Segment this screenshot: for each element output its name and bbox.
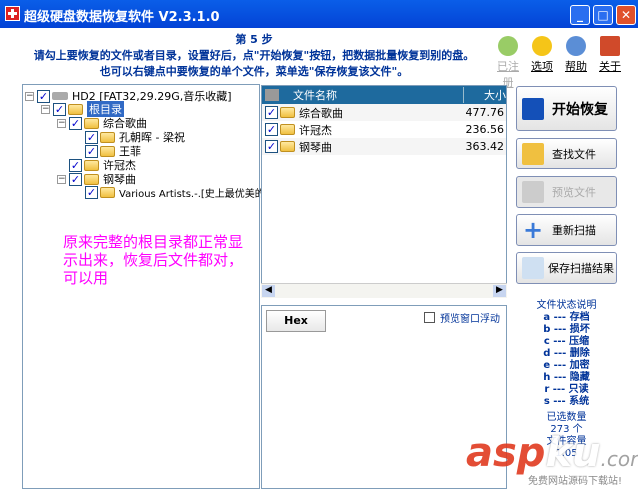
checkbox[interactable]: ✓ — [265, 106, 278, 119]
start-recovery-button[interactable]: 开始恢复 — [516, 86, 617, 131]
home-icon — [600, 36, 620, 56]
legend-title: 文件状态说明 — [536, 300, 597, 311]
options-label: 选项 — [531, 60, 553, 73]
file-list[interactable]: 文件名称 大小 ✓ 综合歌曲 477.76 ✓ 许冠杰 236.56 ✓ 钢琴曲 363.42 — [261, 85, 507, 298]
file-size: 236.56 — [465, 123, 505, 136]
main-window: 超级硬盘数据恢复软件 V2.3.1.0 _ □ ✕ 第 5 步 请勾上要恢复的文… — [0, 0, 638, 489]
help-icon — [566, 36, 586, 56]
checkbox[interactable]: ✓ — [85, 130, 98, 144]
column-name[interactable]: 文件名称 — [293, 87, 463, 103]
legend-item: d --- 删除 — [543, 348, 590, 359]
folder-icon — [84, 117, 99, 129]
directory-tree[interactable]: − ✓ HD2 [FAT32,29.29G,音乐收藏] − ✓ 根目录 − ✓ 综合歌曲 ✓… — [22, 84, 275, 489]
legend-item: c --- 压缩 — [543, 336, 590, 347]
rescan-button[interactable]: + 重新扫描 — [516, 214, 617, 246]
folder-icon — [100, 145, 115, 157]
folder-icon — [280, 124, 295, 135]
tree-node[interactable]: ✓ Various Artists.-.[史上最优美的钢 — [85, 185, 275, 200]
window-title: 超级硬盘数据恢复软件 V2.3.1.0 — [24, 10, 220, 25]
column-size[interactable]: 大小 — [463, 87, 506, 103]
about-label: 关于 — [599, 60, 621, 73]
gear-icon — [532, 36, 552, 56]
header-icon — [265, 89, 279, 101]
list-header: 文件名称 大小 — [262, 86, 506, 104]
instruction-line-1: 请勾上要恢复的文件或者目录，设置好后，点"开始恢复"按钮，把数据批量恢复到别的盘… — [33, 49, 475, 62]
help-button[interactable]: 帮助 — [562, 36, 590, 90]
checkbox[interactable]: ✓ — [265, 123, 278, 136]
file-name: 综合歌曲 — [299, 106, 343, 120]
collapse-icon[interactable]: − — [25, 91, 34, 101]
cart-icon — [498, 36, 518, 56]
watermark-logo: aspku.com — [466, 430, 638, 476]
collapse-icon[interactable]: − — [41, 104, 50, 114]
preview-file-button[interactable]: 预览文件 — [516, 176, 617, 208]
find-file-label: 查找文件 — [552, 147, 596, 161]
legend-item: b --- 损坏 — [543, 324, 590, 335]
title-bar: 超级硬盘数据恢复软件 V2.3.1.0 _ □ ✕ — [0, 0, 638, 28]
folder-icon — [100, 131, 115, 143]
folder-icon — [280, 141, 295, 152]
folder-icon — [280, 107, 295, 118]
folder-icon — [84, 159, 99, 171]
collapse-icon[interactable]: − — [57, 174, 66, 184]
watermark-tagline: 免费网站源码下载站! — [528, 476, 623, 487]
float-preview-label: 预览窗口浮动 — [440, 314, 500, 325]
options-button[interactable]: 选项 — [528, 36, 556, 90]
step-label: 第 5 步 — [235, 33, 273, 46]
checkbox[interactable]: ✓ — [69, 158, 82, 172]
checkbox[interactable]: ✓ — [69, 172, 82, 186]
file-row[interactable]: ✓ 钢琴曲 363.42 — [262, 138, 506, 155]
collapse-icon[interactable]: − — [57, 118, 66, 128]
float-preview-option[interactable]: 预览窗口浮动 — [424, 310, 500, 325]
registered-button[interactable]: 已注册 — [494, 36, 522, 90]
instruction-line-2: 也可以右键点中要恢复的单个文件，菜单选"保存恢复该文件"。 — [99, 65, 409, 78]
help-label: 帮助 — [565, 60, 587, 73]
preview-icon — [522, 181, 544, 203]
float-preview-checkbox[interactable] — [424, 312, 435, 323]
save-scan-button[interactable]: 保存扫描结果 — [516, 252, 617, 284]
checkbox[interactable]: ✓ — [85, 186, 98, 199]
legend-item: r --- 只读 — [544, 384, 589, 395]
minimize-button[interactable]: _ — [570, 5, 590, 25]
checkbox[interactable]: ✓ — [69, 116, 82, 130]
scroll-right-icon[interactable]: ▶ — [493, 285, 506, 297]
annotation-text: 原来完整的根目录都正常显示出来，恢复后文件都对，可以用 — [63, 233, 244, 287]
app-icon — [5, 6, 20, 21]
file-size: 363.42 — [465, 140, 505, 153]
legend-item: a --- 存档 — [543, 312, 590, 323]
plus-icon: + — [522, 216, 544, 244]
drive-icon — [52, 92, 68, 100]
rescan-label: 重新扫描 — [552, 224, 596, 237]
close-button[interactable]: ✕ — [616, 5, 636, 25]
legend-item: s --- 系统 — [543, 396, 590, 407]
node-label: Various Artists.-.[史上最优美的钢 — [119, 189, 275, 200]
legend-item: e --- 加密 — [543, 360, 590, 371]
checkbox[interactable]: ✓ — [53, 102, 66, 116]
folder-icon — [100, 187, 115, 198]
about-button[interactable]: 关于 — [596, 36, 624, 90]
folder-icon — [68, 103, 83, 115]
preview-file-label: 预览文件 — [552, 186, 596, 199]
file-name: 许冠杰 — [299, 123, 332, 137]
legend-item: h --- 隐藏 — [543, 372, 590, 383]
search-folder-icon — [522, 142, 544, 165]
checkbox[interactable]: ✓ — [85, 144, 98, 158]
save-arrow-icon — [522, 257, 544, 279]
find-file-button[interactable]: 查找文件 — [516, 138, 617, 169]
file-row[interactable]: ✓ 综合歌曲 477.76 — [262, 104, 506, 121]
selected-count-label: 已选数量 — [546, 412, 587, 423]
scroll-left-icon[interactable]: ◀ — [262, 285, 275, 297]
checkbox[interactable]: ✓ — [265, 140, 278, 153]
start-recovery-label: 开始恢复 — [552, 101, 608, 118]
folder-icon — [84, 173, 99, 185]
floppy-icon — [522, 97, 544, 120]
maximize-button[interactable]: □ — [593, 5, 613, 25]
instructions: 第 5 步 请勾上要恢复的文件或者目录，设置好后，点"开始恢复"按钮，把数据批量… — [4, 28, 504, 80]
tab-hex[interactable]: Hex — [266, 310, 326, 332]
horizontal-scrollbar[interactable]: ◀ ▶ — [261, 283, 507, 298]
file-row[interactable]: ✓ 许冠杰 236.56 — [262, 121, 506, 138]
file-size: 477.76 — [465, 106, 505, 119]
file-name: 钢琴曲 — [299, 140, 332, 154]
save-scan-label: 保存扫描结果 — [548, 262, 614, 275]
